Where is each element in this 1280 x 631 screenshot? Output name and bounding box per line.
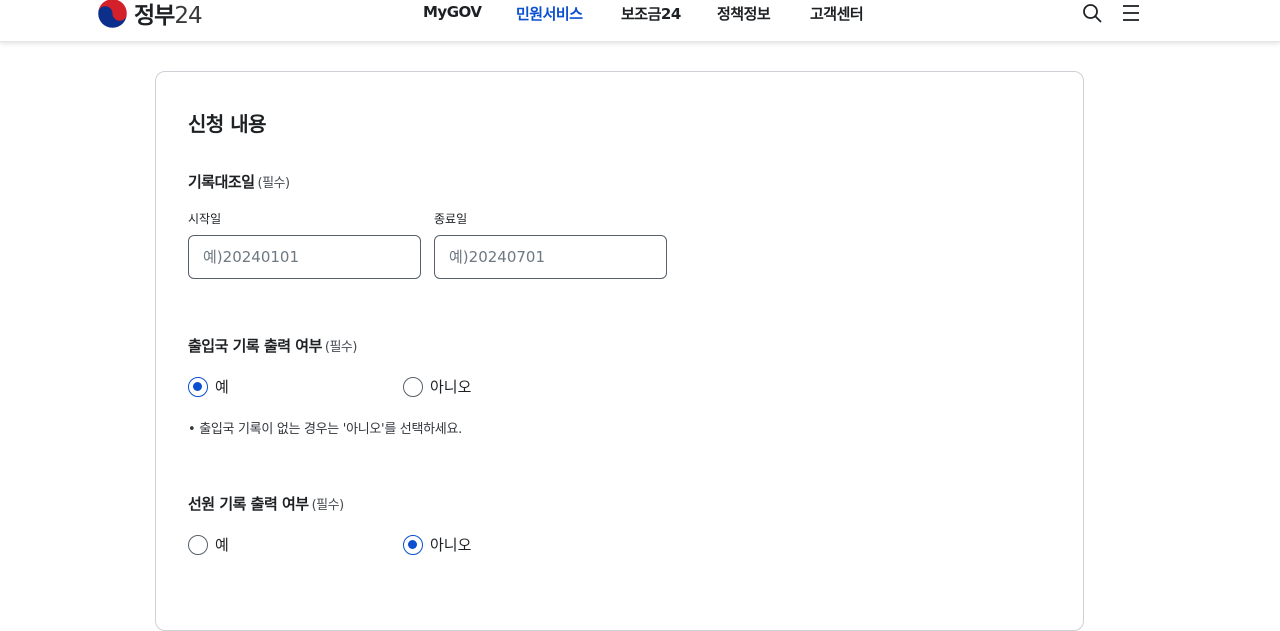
required-mark: (필수) [324, 340, 358, 355]
site-header: 정부24 MyGOV 민원서비스 보조금24 정책정보 고객센터 [0, 0, 1280, 42]
required-mark: (필수) [257, 176, 291, 191]
nav-subsidy24[interactable]: 보조금24 [621, 3, 681, 24]
required-mark: (필수) [311, 498, 345, 513]
immigration-no-radio[interactable]: 아니오 [403, 376, 471, 397]
radio-label: 예 [215, 378, 229, 396]
immigration-note: • 출입국 기록이 없는 경우는 '아니오'를 선택하세요. [188, 422, 462, 437]
menu-button[interactable] [1120, 2, 1142, 24]
radio-label: 아니오 [430, 536, 472, 554]
immigration-record-label: 출입국 기록 출력 여부 [188, 337, 322, 355]
immigration-yes-radio[interactable]: 예 [188, 376, 229, 397]
record-period-title: 기록대조일 (필수) [188, 171, 290, 192]
hamburger-menu-icon [1123, 5, 1139, 21]
radio-label: 예 [215, 536, 229, 554]
end-date-label: 종료일 [434, 212, 468, 226]
seaman-record-title: 선원 기록 출력 여부 (필수) [188, 493, 344, 514]
start-date-label: 시작일 [188, 212, 222, 226]
section-title: 신청 내용 [188, 112, 267, 136]
seaman-no-radio[interactable]: 아니오 [403, 534, 471, 555]
radio-unchecked-icon [403, 376, 423, 397]
seaman-yes-radio[interactable]: 예 [188, 534, 229, 555]
nav-customer-center[interactable]: 고객센터 [810, 3, 864, 24]
radio-label: 아니오 [430, 378, 472, 396]
radio-checked-icon [188, 376, 208, 397]
nav-mygov[interactable]: MyGOV [423, 3, 482, 21]
immigration-record-title: 출입국 기록 출력 여부 (필수) [188, 335, 357, 356]
seaman-record-label: 선원 기록 출력 여부 [188, 495, 309, 513]
radio-unchecked-icon [188, 534, 208, 555]
radio-checked-icon [403, 534, 423, 555]
search-button[interactable] [1081, 2, 1103, 24]
start-date-input[interactable] [188, 235, 421, 279]
nav-policy-info[interactable]: 정책정보 [717, 3, 771, 24]
nav-civil-services[interactable]: 민원서비스 [516, 3, 583, 24]
end-date-input[interactable] [434, 235, 667, 279]
search-icon [1083, 4, 1102, 23]
record-period-label: 기록대조일 [188, 173, 255, 191]
